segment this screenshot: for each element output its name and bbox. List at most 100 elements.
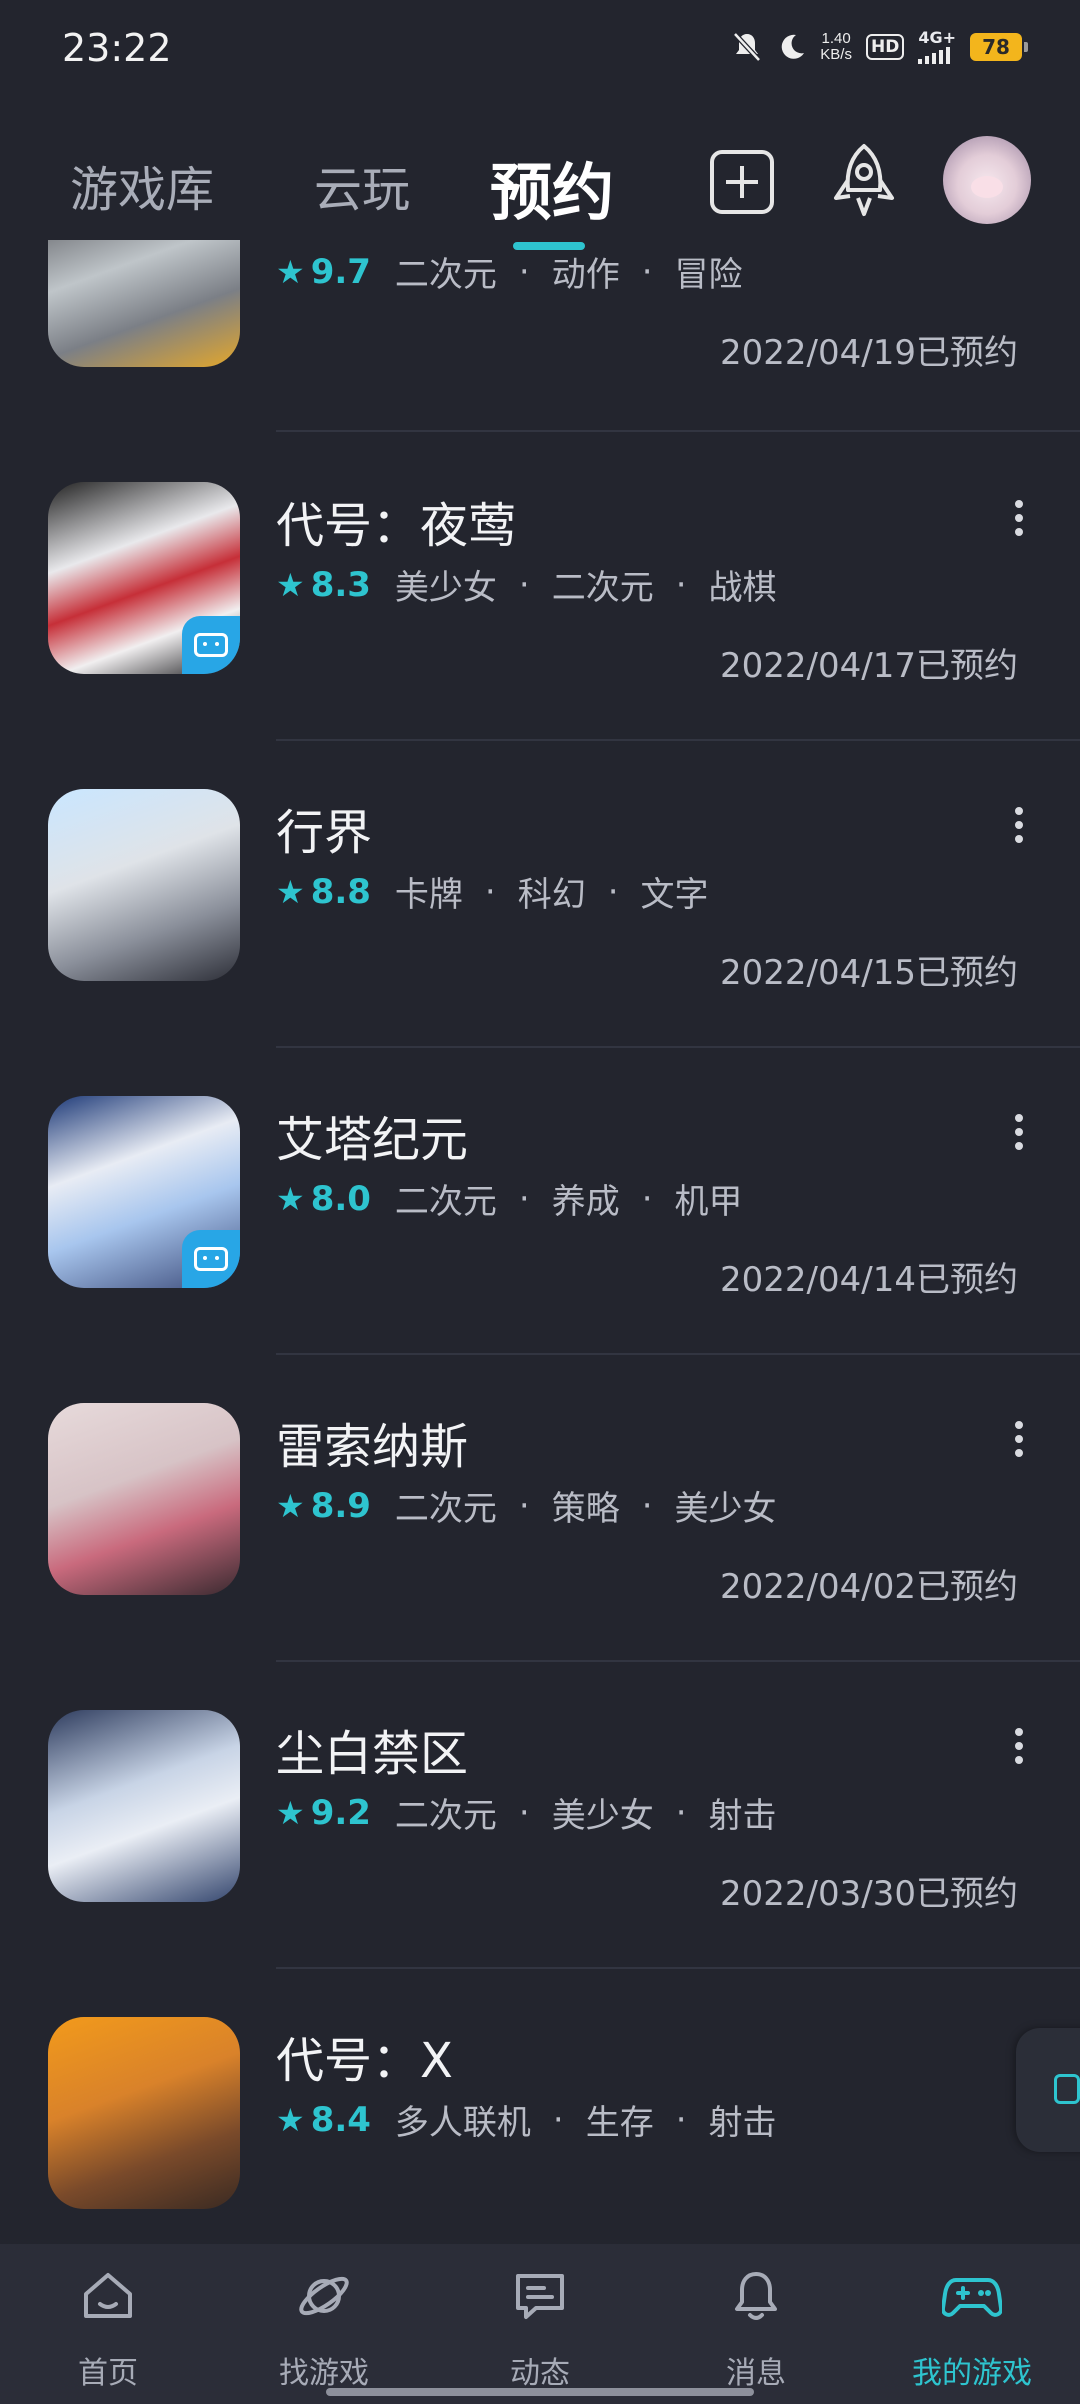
star-icon: ★: [276, 252, 305, 291]
more-options-icon[interactable]: [1012, 500, 1026, 540]
game-title: 尘白禁区: [276, 1726, 469, 1782]
game-tag: 二次元: [394, 255, 497, 295]
network-type: 4G+: [918, 28, 956, 47]
game-tag: 战棋: [708, 568, 777, 608]
reservation-date: 2022/04/02已预约: [720, 1567, 1018, 1607]
nav-find-games[interactable]: 找游戏: [216, 2244, 432, 2404]
game-score: 8.8: [310, 871, 371, 912]
list-item[interactable]: 代号：夜莺 ★ 8.3 美少女 · 二次元 · 战棋 2022/04/17已预约: [0, 482, 1080, 789]
more-options-icon[interactable]: [1012, 1421, 1026, 1461]
game-icon: [48, 482, 240, 674]
list-item[interactable]: 行界 ★ 8.8 卡牌 · 科幻 · 文字 2022/04/15已预约: [0, 789, 1080, 1096]
hd-badge: HD: [865, 34, 905, 60]
game-icon: [48, 1710, 240, 1902]
game-score: 8.4: [310, 2099, 371, 2140]
signal-bars-icon: [918, 46, 951, 64]
divider: [276, 1660, 1080, 1662]
tag-separator: ·: [675, 564, 687, 605]
game-score: 8.0: [310, 1178, 371, 1219]
tag-separator: ·: [641, 251, 653, 292]
game-icon: [48, 2017, 240, 2209]
game-meta: ★ 9.7 二次元 · 动作 · 冒险: [276, 247, 743, 296]
nav-label: 首页: [78, 2356, 138, 2391]
game-tag: 二次元: [551, 568, 654, 608]
home-indicator[interactable]: [326, 2388, 754, 2396]
game-tag: 射击: [708, 2103, 777, 2143]
game-meta: ★ 9.2 二次元 · 美少女 · 射击: [276, 1788, 777, 1837]
tag-separator: ·: [641, 1178, 653, 1219]
game-tag: 二次元: [394, 1489, 497, 1529]
reservation-list: 灵环 ★ 9.7 二次元 · 动作 · 冒险 2022/04/19已预约 代号：…: [0, 240, 1080, 2244]
list-item[interactable]: 代号：X ★ 8.4 多人联机 · 生存 · 射击: [0, 2017, 1080, 2244]
tab-reservations[interactable]: 预约: [490, 142, 614, 232]
reservation-date: 2022/04/14已预约: [720, 1260, 1018, 1300]
game-meta: ★ 8.8 卡牌 · 科幻 · 文字: [276, 867, 709, 916]
more-options-icon[interactable]: [1012, 807, 1026, 847]
net-speed: 1.40 KB/s: [820, 31, 852, 63]
game-tag: 多人联机: [394, 2103, 531, 2143]
silent-bell-icon: [733, 32, 762, 62]
status-time: 23:22: [62, 26, 172, 70]
nav-my-games[interactable]: 我的游戏: [864, 2244, 1080, 2404]
home-icon: [84, 2273, 132, 2318]
game-tag: 二次元: [394, 1182, 497, 1222]
game-tag: 美少女: [551, 1796, 654, 1836]
user-avatar[interactable]: [943, 136, 1031, 224]
game-tag: 冒险: [674, 255, 743, 295]
floating-download-button[interactable]: [1016, 2028, 1080, 2152]
list-item[interactable]: 艾塔纪元 ★ 8.0 二次元 · 养成 · 机甲 2022/04/14已预约: [0, 1096, 1080, 1403]
status-bar: 23:22 1.40 KB/s HD 4G+ 78: [0, 0, 1080, 100]
game-score: 9.7: [310, 251, 371, 292]
list-item[interactable]: 雷索纳斯 ★ 8.9 二次元 · 策略 · 美少女 2022/04/02已预约: [0, 1403, 1080, 1710]
game-tag: 美少女: [674, 1489, 777, 1529]
game-tag: 生存: [585, 2103, 654, 2143]
game-title: 雷索纳斯: [276, 1419, 469, 1475]
planet-icon: [299, 2276, 349, 2316]
nav-home[interactable]: 首页: [0, 2244, 216, 2404]
top-navigation: 游戏库 云玩 预约: [0, 120, 1080, 260]
nav-label: 动态: [510, 2356, 570, 2391]
game-title: 艾塔纪元: [276, 1112, 469, 1168]
game-meta: ★ 8.4 多人联机 · 生存 · 射击: [276, 2095, 777, 2144]
reservation-date: 2022/03/30已预约: [720, 1874, 1018, 1914]
tag-separator: ·: [607, 871, 619, 912]
add-game-button[interactable]: [710, 150, 774, 214]
game-tag: 射击: [708, 1796, 777, 1836]
tab-cloud-play[interactable]: 云玩: [314, 150, 410, 220]
game-icon: [48, 240, 240, 367]
tag-separator: ·: [641, 1485, 653, 1526]
battery-indicator: 78: [970, 33, 1028, 61]
moon-icon: [782, 34, 805, 59]
star-icon: ★: [276, 565, 305, 604]
game-score: 8.9: [310, 1485, 371, 1526]
net-speed-unit: KB/s: [820, 46, 852, 63]
tab-game-library[interactable]: 游戏库: [70, 150, 214, 220]
star-icon: ★: [276, 1486, 305, 1525]
divider: [276, 430, 1080, 432]
more-options-icon[interactable]: [1012, 1114, 1026, 1154]
gamepad-icon: [942, 2278, 1002, 2317]
reservation-date: 2022/04/17已预约: [720, 646, 1018, 686]
divider: [276, 1046, 1080, 1048]
game-meta: ★ 8.9 二次元 · 策略 · 美少女: [276, 1481, 777, 1530]
tag-separator: ·: [518, 1178, 530, 1219]
bilibili-badge-icon: [182, 1230, 240, 1288]
bottom-navigation: 首页 找游戏 动态 消息 我的游戏: [0, 2244, 1080, 2404]
nav-label: 我的游戏: [912, 2356, 1032, 2391]
game-score: 9.2: [310, 1792, 371, 1833]
game-tag: 机甲: [674, 1182, 743, 1222]
tag-separator: ·: [552, 2099, 564, 2140]
rocket-icon[interactable]: [826, 142, 902, 222]
list-item[interactable]: 尘白禁区 ★ 9.2 二次元 · 美少女 · 射击 2022/03/30已预约: [0, 1710, 1080, 2017]
game-title: 行界: [276, 805, 373, 861]
divider: [276, 739, 1080, 741]
list-item[interactable]: 灵环 ★ 9.7 二次元 · 动作 · 冒险 2022/04/19已预约: [0, 240, 1080, 482]
tag-separator: ·: [484, 871, 496, 912]
nav-feed[interactable]: 动态: [432, 2244, 648, 2404]
nav-messages[interactable]: 消息: [648, 2244, 864, 2404]
game-tag: 卡牌: [394, 875, 463, 915]
star-icon: ★: [276, 872, 305, 911]
game-icon: [48, 1403, 240, 1595]
game-tag: 美少女: [394, 568, 497, 608]
more-options-icon[interactable]: [1012, 1728, 1026, 1768]
